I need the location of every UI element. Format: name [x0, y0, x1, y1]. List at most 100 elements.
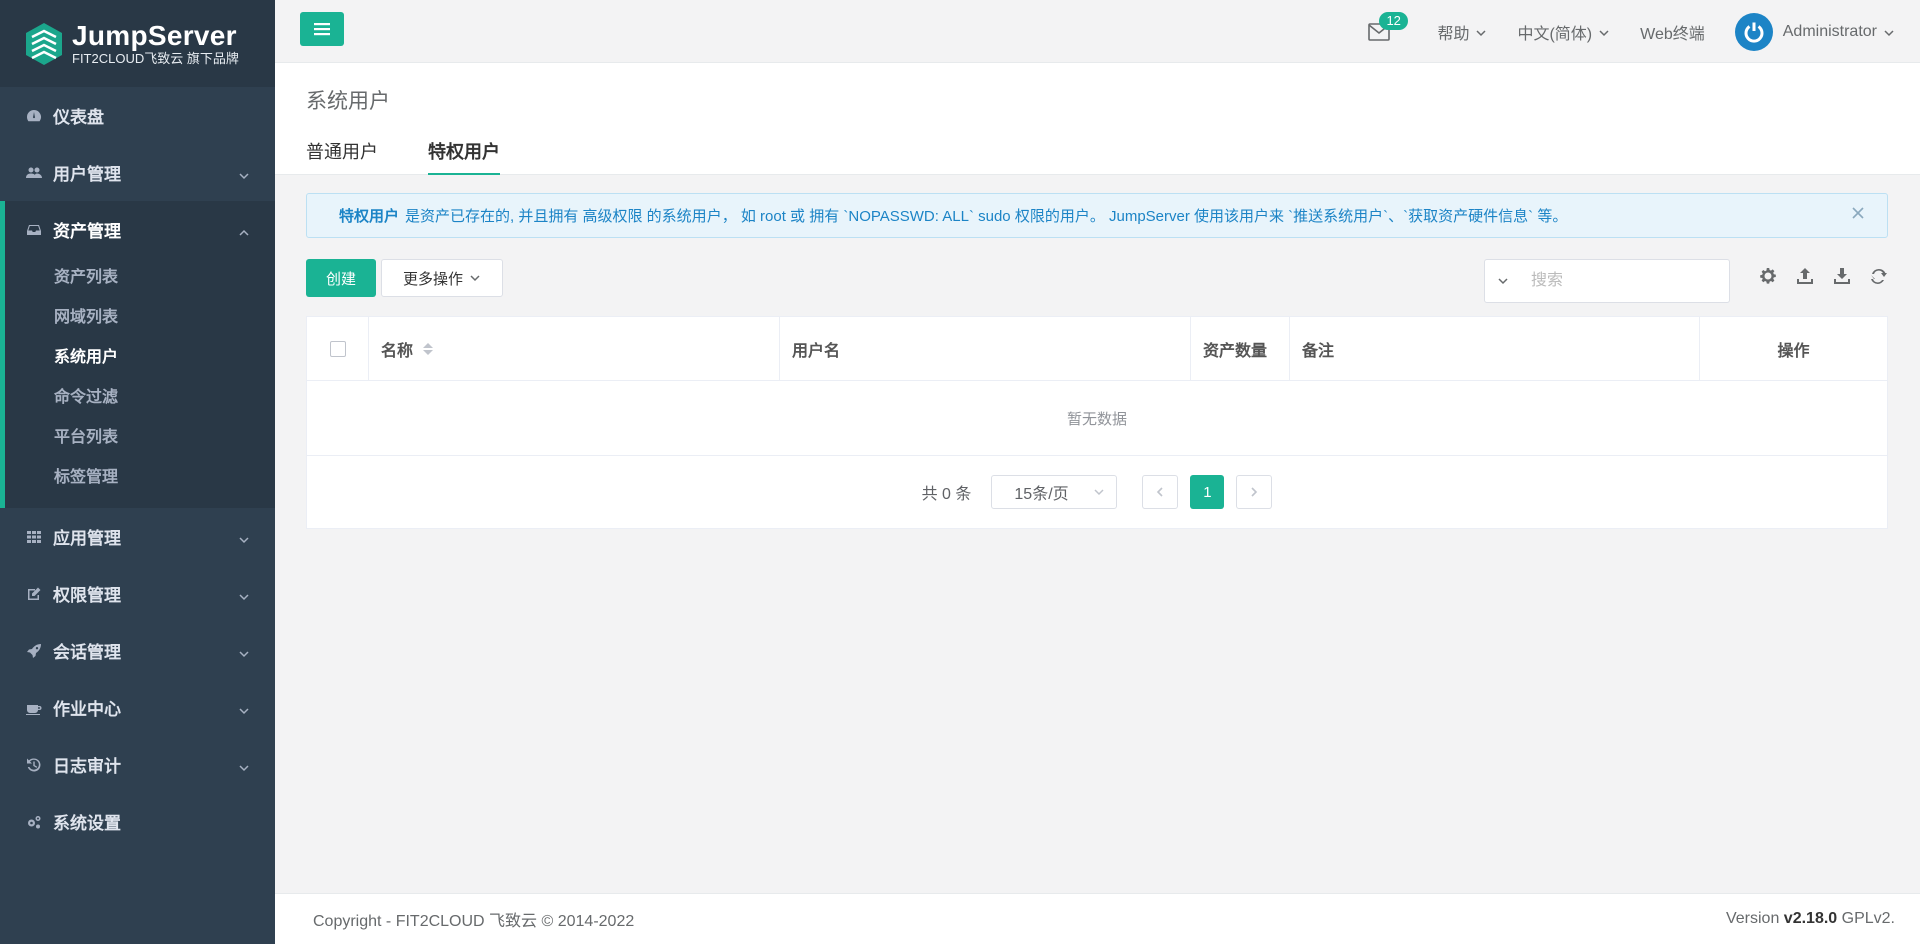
upload-icon[interactable]: [1796, 267, 1814, 285]
chevron-down-icon: [1475, 26, 1487, 38]
next-page-button[interactable]: [1236, 475, 1273, 509]
chevron-up-icon: [238, 224, 250, 236]
settings-icon[interactable]: [1759, 267, 1777, 285]
message-count-badge: 12: [1379, 11, 1408, 30]
rocket-icon: [25, 642, 43, 660]
help-dropdown[interactable]: 帮助: [1437, 20, 1487, 44]
sidebar-item-label: 资产管理: [53, 222, 121, 241]
tab-normal-user[interactable]: 普通用户: [306, 138, 378, 175]
user-dropdown[interactable]: Administrator: [1734, 12, 1895, 51]
sidebar: JumpServer FIT2CLOUD飞致云 旗下品牌 仪表盘 用户管理 资产…: [0, 0, 275, 944]
tab-privileged-user[interactable]: 特权用户: [428, 138, 500, 175]
footer: Copyright - FIT2CLOUD 飞致云 © 2014-2022 Ve…: [275, 893, 1920, 944]
total-count: 共 0 条: [921, 486, 972, 503]
alert-text: 是资产已存在的, 并且拥有 高级权限 的系统用户， 如 root 或 拥有 `N…: [405, 208, 1568, 225]
grid-icon: [25, 528, 43, 546]
messages-button[interactable]: 12: [1368, 11, 1408, 44]
chevron-left-icon: [1157, 487, 1163, 497]
language-label: 中文(简体): [1517, 25, 1593, 43]
sidebar-item-applications[interactable]: 应用管理: [0, 508, 275, 565]
prev-page-button[interactable]: [1142, 475, 1179, 509]
sidebar-subitem-system-user[interactable]: 系统用户: [5, 338, 275, 378]
chevron-down-icon: [238, 702, 250, 714]
column-header-asset-count: 资产数量: [1191, 317, 1290, 380]
sidebar-item-label: 应用管理: [53, 529, 121, 548]
chevron-down-icon: [238, 588, 250, 600]
search-input[interactable]: [1521, 261, 1711, 301]
brand-name: JumpServer: [72, 19, 237, 51]
chevron-down-icon: [1498, 278, 1508, 285]
coffee-icon: [25, 699, 43, 717]
toggle-sidebar-button[interactable]: [300, 12, 344, 46]
column-label: 操作: [1777, 342, 1810, 360]
sidebar-item-users[interactable]: 用户管理: [0, 144, 275, 201]
version-info: Version v2.18.0 GPLv2.: [1726, 910, 1895, 928]
column-label: 名称: [381, 342, 414, 360]
sidebar-item-label: 作业中心: [53, 700, 121, 719]
power-icon: [1744, 22, 1764, 43]
sidebar-subitem-command-filter[interactable]: 命令过滤: [5, 378, 275, 418]
dashboard-icon: [25, 107, 43, 125]
sidebar-item-permissions[interactable]: 权限管理: [0, 565, 275, 622]
sidebar-section-assets: 资产管理 资产列表 网域列表 系统用户 命令过滤 平台列表 标签管理: [0, 201, 275, 508]
chevron-down-icon: [238, 645, 250, 657]
more-actions-button[interactable]: 更多操作: [381, 259, 503, 297]
language-dropdown[interactable]: 中文(简体): [1517, 20, 1610, 44]
history-icon: [25, 756, 43, 774]
sidebar-item-jobs[interactable]: 作业中心: [0, 679, 275, 736]
copyright: Copyright - FIT2CLOUD 飞致云 © 2014-2022: [313, 913, 635, 930]
table-header: 名称 用户名 资产数量 备注 操作: [307, 317, 1887, 381]
column-header-comment: 备注: [1290, 317, 1700, 380]
jumpserver-logo-icon: [26, 22, 62, 65]
hamburger-icon: [314, 23, 330, 36]
page-header: 系统用户 普通用户 特权用户: [275, 63, 1920, 175]
page-size-label: 15条/页: [1014, 486, 1069, 503]
chevron-right-icon: [1251, 487, 1258, 497]
search-filter-dropdown[interactable]: [1485, 275, 1521, 287]
sidebar-item-audit[interactable]: 日志审计: [0, 736, 275, 793]
sidebar-item-settings[interactable]: 系统设置: [0, 793, 275, 850]
column-header-name[interactable]: 名称: [369, 317, 780, 380]
sidebar-item-sessions[interactable]: 会话管理: [0, 622, 275, 679]
create-button[interactable]: 创建: [306, 259, 376, 297]
chevron-down-icon: [238, 531, 250, 543]
sort-icon[interactable]: [423, 342, 434, 355]
sidebar-subitem-label-manage[interactable]: 标签管理: [5, 458, 275, 498]
column-header-username: 用户名: [780, 317, 1191, 380]
web-terminal-link[interactable]: Web终端: [1640, 20, 1705, 44]
refresh-icon[interactable]: [1870, 267, 1888, 285]
gears-icon: [25, 813, 43, 831]
info-alert: 特权用户 是资产已存在的, 并且拥有 高级权限 的系统用户， 如 root 或 …: [306, 193, 1888, 238]
tabs: 普通用户 特权用户: [306, 138, 550, 175]
brand[interactable]: JumpServer FIT2CLOUD飞致云 旗下品牌: [0, 0, 275, 87]
more-actions-label: 更多操作: [402, 270, 463, 288]
sidebar-item-assets[interactable]: 资产管理: [5, 201, 275, 258]
chevron-down-icon: [238, 167, 250, 179]
chevron-down-icon: [470, 275, 480, 282]
avatar: [1734, 12, 1773, 51]
column-label: 用户名: [792, 342, 841, 360]
empty-state: 暂无数据: [307, 381, 1887, 456]
sidebar-subitem-asset-list[interactable]: 资产列表: [5, 258, 275, 298]
page-number-current[interactable]: 1: [1190, 475, 1225, 509]
username: Administrator: [1782, 22, 1877, 40]
close-icon[interactable]: [1851, 206, 1869, 224]
edit-icon: [25, 585, 43, 603]
search-box[interactable]: [1484, 259, 1730, 303]
topbar: 12 帮助 中文(简体) Web终端 Administrator: [275, 0, 1920, 63]
web-terminal-label: Web终端: [1640, 25, 1705, 43]
sidebar-item-dashboard[interactable]: 仪表盘: [0, 87, 275, 144]
table-tools: [1740, 267, 1888, 285]
column-label: 资产数量: [1203, 342, 1268, 360]
select-all-checkbox[interactable]: [329, 340, 346, 357]
download-icon[interactable]: [1833, 267, 1851, 285]
sidebar-item-label: 仪表盘: [53, 108, 104, 127]
page-size-select[interactable]: 15条/页: [991, 475, 1118, 509]
sidebar-subitem-platform-list[interactable]: 平台列表: [5, 418, 275, 458]
sidebar-subitem-domain-list[interactable]: 网域列表: [5, 298, 275, 338]
chevron-down-icon: [1094, 489, 1104, 496]
table-toolbar: 创建 更多操作: [306, 259, 1888, 303]
sidebar-item-label: 权限管理: [53, 586, 121, 605]
users-icon: [25, 164, 43, 182]
sidebar-item-label: 系统设置: [53, 814, 121, 833]
